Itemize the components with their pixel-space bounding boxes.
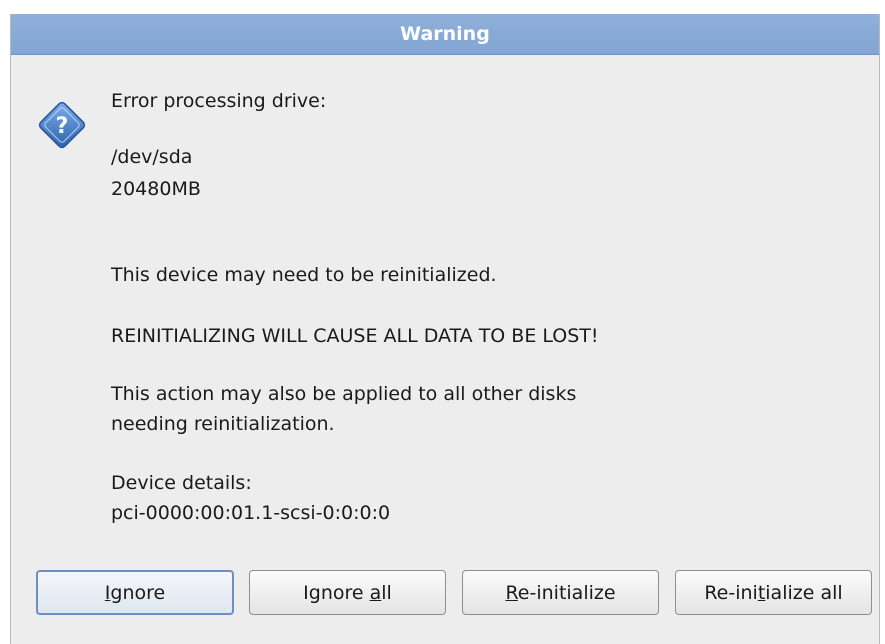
ignore-all-button[interactable]: Ignore all — [249, 570, 446, 615]
dialog-title: Warning — [11, 14, 879, 55]
reinitialize-button[interactable]: Re-initialize — [462, 570, 659, 615]
data-loss-warning: REINITIALIZING WILL CAUSE ALL DATA TO BE… — [111, 325, 599, 347]
error-heading: Error processing drive: — [111, 90, 327, 112]
device-details-label: Device details: — [111, 472, 252, 494]
reinitialize-all-button[interactable]: Re-initialize all — [675, 570, 872, 615]
apply-all-note-line2: needing reinitialization. — [111, 413, 335, 435]
device-path: /dev/sda — [111, 146, 193, 168]
reinit-notice: This device may need to be reinitialized… — [111, 264, 497, 286]
question-icon: ? — [35, 98, 89, 152]
device-details-value: pci-0000:00:01.1-scsi-0:0:0:0 — [111, 502, 391, 524]
apply-all-note-line1: This action may also be applied to all o… — [111, 383, 577, 405]
device-size: 20480MB — [111, 178, 201, 200]
svg-text:?: ? — [56, 114, 69, 139]
ignore-button[interactable]: Ignore — [36, 570, 234, 615]
warning-dialog: Warning ? Error processing drive: /dev/s… — [10, 14, 880, 644]
